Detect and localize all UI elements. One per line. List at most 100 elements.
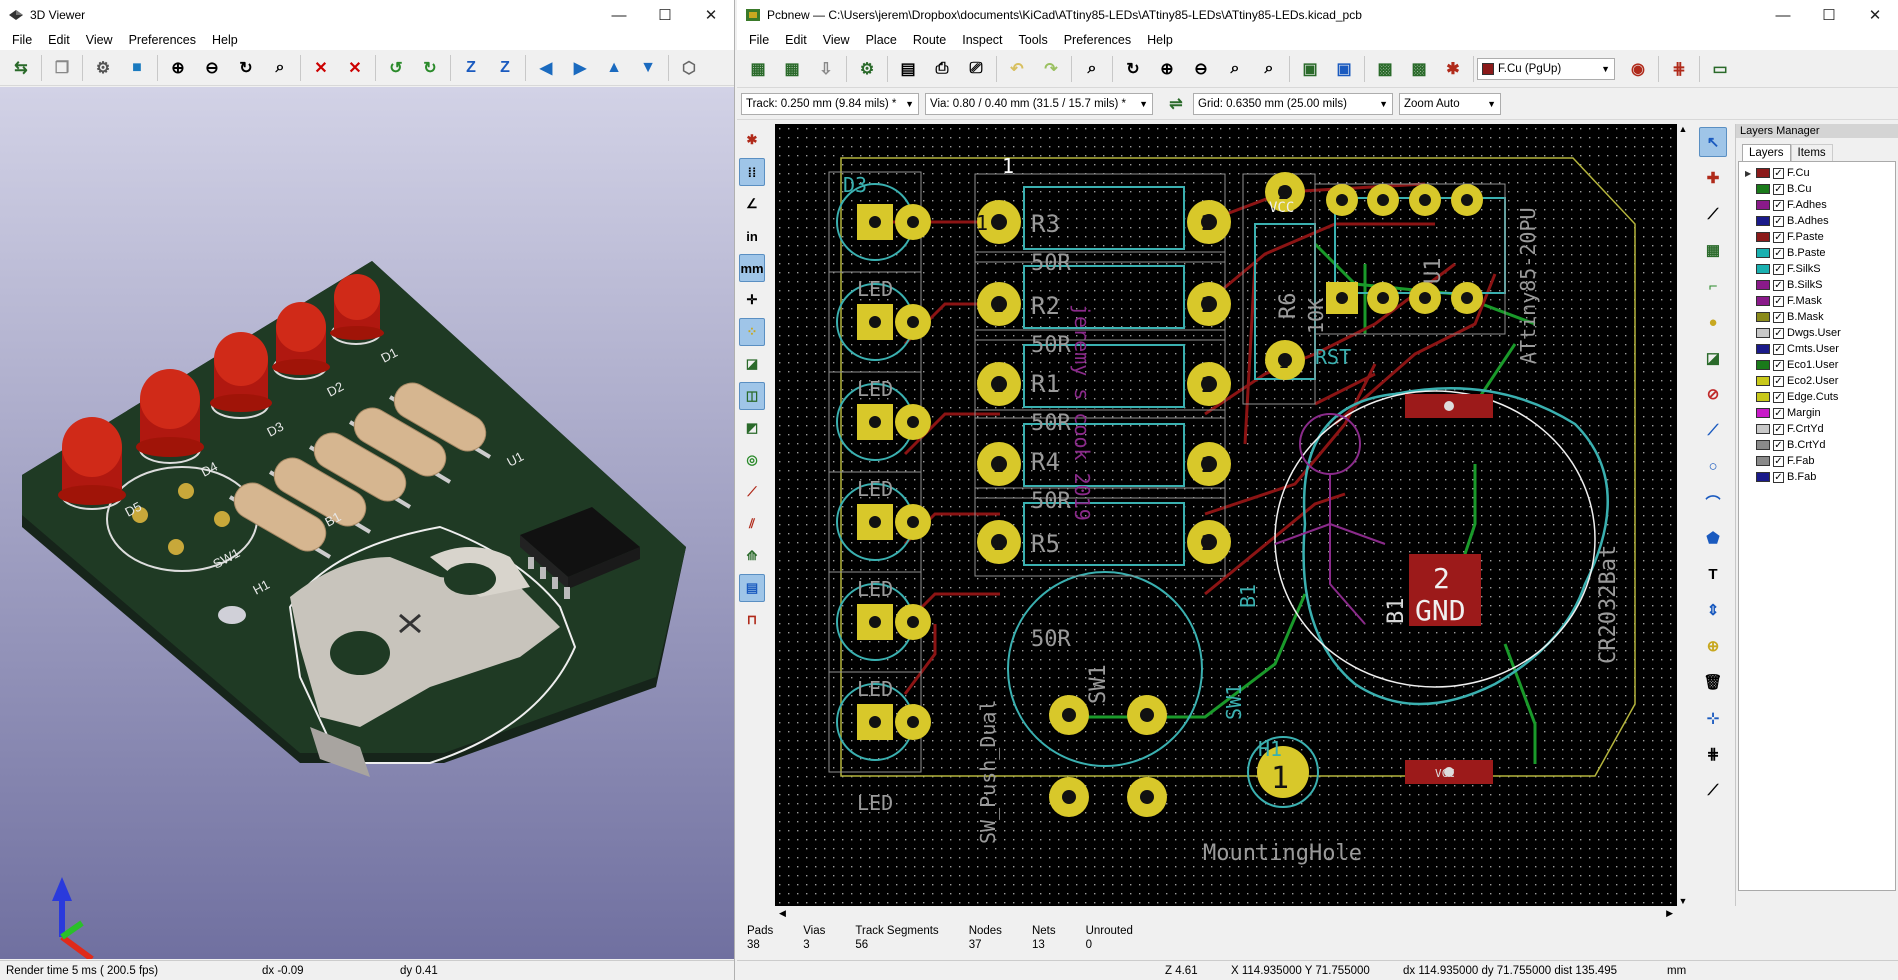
layer-visibility-checkbox[interactable]: ✓ xyxy=(1773,343,1784,355)
zone-sketch-icon[interactable]: ◩ xyxy=(739,414,765,442)
ratsnest-icon[interactable]: ⁘ xyxy=(739,318,765,346)
layer-color-swatch[interactable] xyxy=(1756,312,1770,322)
layer-row[interactable]: ✓ B.SilkS xyxy=(1739,277,1895,293)
layer-row[interactable]: ✓ F.Fab xyxy=(1739,453,1895,469)
layer-row[interactable]: ✓ B.CrtYd xyxy=(1739,437,1895,453)
mm-units-button[interactable]: mm xyxy=(739,254,765,282)
move-left-icon[interactable]: ◀ xyxy=(533,55,559,81)
raytrace-cube-icon[interactable]: ■ xyxy=(124,55,150,81)
layer-color-swatch[interactable] xyxy=(1756,264,1770,274)
layer-color-swatch[interactable] xyxy=(1756,456,1770,466)
print-icon[interactable]: ⎙ xyxy=(929,56,955,82)
microwave-toolbar-icon[interactable]: ⊓ xyxy=(739,606,765,634)
menu-inspect[interactable]: Inspect xyxy=(954,30,1010,50)
rotate-z-cw-icon[interactable]: Z xyxy=(458,55,484,81)
pcb-canvas[interactable]: R3 R2 R1 R4 R5 R6 U1 D3 B1 B1 SW1 SW1 H1… xyxy=(775,124,1677,906)
menu-edit[interactable]: Edit xyxy=(40,30,78,50)
layer-row[interactable]: ✓ B.Cu xyxy=(1739,181,1895,197)
select-arrow-icon[interactable]: ↖ xyxy=(1699,127,1727,157)
layer-color-swatch[interactable] xyxy=(1756,168,1770,178)
add-circle-icon[interactable]: ○ xyxy=(1699,451,1727,481)
menu-view[interactable]: View xyxy=(78,30,121,50)
layer-visibility-checkbox[interactable]: ✓ xyxy=(1773,183,1784,195)
tab-layers[interactable]: Layers xyxy=(1742,144,1791,161)
add-zone-icon[interactable]: ◪ xyxy=(1699,343,1727,373)
grid-origin-icon[interactable]: ⋕ xyxy=(1699,739,1727,769)
canvas-vscrollbar[interactable]: ▲ ▼ xyxy=(1677,124,1689,906)
layer-row[interactable]: ✓ F.Paste xyxy=(1739,229,1895,245)
layer-color-swatch[interactable] xyxy=(1756,408,1770,418)
minimize-button[interactable]: — xyxy=(596,0,642,30)
scroll-up-icon[interactable]: ▲ xyxy=(1679,124,1688,134)
plot-icon[interactable]: ⎚ xyxy=(963,56,989,82)
layer-visibility-checkbox[interactable]: ✓ xyxy=(1773,423,1784,435)
layer-visibility-checkbox[interactable]: ✓ xyxy=(1773,215,1784,227)
layer-visibility-checkbox[interactable]: ✓ xyxy=(1773,455,1784,467)
layer-color-swatch[interactable] xyxy=(1756,392,1770,402)
reload-board-icon[interactable]: ⇆ xyxy=(8,55,34,81)
layer-visibility-checkbox[interactable]: ✓ xyxy=(1773,311,1784,323)
layer-color-swatch[interactable] xyxy=(1756,232,1770,242)
redo-icon[interactable]: ↷ xyxy=(1038,56,1064,82)
grid-select[interactable]: Grid: 0.6350 mm (25.00 mils) ▼ xyxy=(1193,92,1393,115)
track-sketch-icon[interactable]: ⫽ xyxy=(739,510,765,538)
via-sketch-icon[interactable]: ⟋ xyxy=(739,478,765,506)
layers-manager-toggle-icon[interactable]: ▤ xyxy=(739,574,765,602)
grid-toggle-icon[interactable]: ⁞⁞ xyxy=(739,158,765,186)
layer-color-swatch[interactable] xyxy=(1756,472,1770,482)
zoom-out-icon[interactable]: ⊖ xyxy=(199,55,225,81)
drc-bug-icon[interactable]: ✱ xyxy=(1440,56,1466,82)
layer-color-swatch[interactable] xyxy=(1756,296,1770,306)
menu-help[interactable]: Help xyxy=(1139,30,1181,50)
tab-items[interactable]: Items xyxy=(1790,144,1833,161)
copy-image-icon[interactable]: ❐ xyxy=(49,55,75,81)
board-setup-icon[interactable]: ⚙ xyxy=(854,56,880,82)
move-up-icon[interactable]: ▲ xyxy=(601,55,627,81)
layer-visibility-checkbox[interactable]: ✓ xyxy=(1773,471,1784,483)
layer-row[interactable]: ✓ F.Mask xyxy=(1739,293,1895,309)
canvas-hscrollbar[interactable]: ◀ ▶ xyxy=(775,906,1677,920)
zoom-selection-icon[interactable]: ⌕ xyxy=(1256,56,1282,82)
layer-visibility-checkbox[interactable]: ✓ xyxy=(1773,407,1784,419)
add-via-icon[interactable]: ● xyxy=(1699,307,1727,337)
layer-row[interactable]: ✓ Dwgs.User xyxy=(1739,325,1895,341)
menu-preferences[interactable]: Preferences xyxy=(121,30,204,50)
layer-row[interactable]: ✓ Cmts.User xyxy=(1739,341,1895,357)
layer-color-swatch[interactable] xyxy=(1756,248,1770,258)
zoom-select[interactable]: Zoom Auto ▼ xyxy=(1399,92,1501,115)
layer-visibility-checkbox[interactable]: ✓ xyxy=(1773,295,1784,307)
zoom-in-icon[interactable]: ⊕ xyxy=(1154,56,1180,82)
layer-row[interactable]: ✓ B.Paste xyxy=(1739,245,1895,261)
layer-visibility-checkbox[interactable]: ✓ xyxy=(1773,247,1784,259)
ortho-view-icon[interactable]: ⬡ xyxy=(676,55,702,81)
page-settings-icon[interactable]: ▤ xyxy=(895,56,921,82)
scripting-console-icon[interactable]: ▭ xyxy=(1707,56,1733,82)
rotate-x-cw-icon[interactable]: ✕ xyxy=(308,55,334,81)
redraw-icon[interactable]: ↻ xyxy=(1120,56,1146,82)
add-text-icon[interactable]: T xyxy=(1699,559,1727,589)
add-target-icon[interactable]: ⊕ xyxy=(1699,631,1727,661)
track-width-select[interactable]: Track: 0.250 mm (9.84 mils) * ▼ xyxy=(741,92,919,115)
microwave-tools-icon[interactable]: ⋕ xyxy=(1666,56,1692,82)
zone-fill-icon[interactable]: ◪ xyxy=(739,350,765,378)
menu-preferences[interactable]: Preferences xyxy=(1056,30,1139,50)
netlist-icon[interactable]: ▩ xyxy=(1372,56,1398,82)
layer-row[interactable]: ✓ F.SilkS xyxy=(1739,261,1895,277)
3d-viewer-titlebar[interactable]: 3D Viewer — ☐ ✕ xyxy=(0,0,734,30)
menu-view[interactable]: View xyxy=(815,30,858,50)
highlight-net-icon[interactable]: ✚ xyxy=(1699,163,1727,193)
rotate-y-ccw-icon[interactable]: ↻ xyxy=(417,55,443,81)
menu-file[interactable]: File xyxy=(4,30,40,50)
rotate-z-ccw-icon[interactable]: Z xyxy=(492,55,518,81)
add-line-icon[interactable]: ⟋ xyxy=(1699,415,1727,445)
layer-row[interactable]: ✓ F.CrtYd xyxy=(1739,421,1895,437)
layer-color-swatch[interactable] xyxy=(1756,376,1770,386)
polar-coords-icon[interactable]: ∠ xyxy=(739,190,765,218)
footprint-editor-icon[interactable]: ▣ xyxy=(1297,56,1323,82)
layer-color-swatch[interactable] xyxy=(1756,424,1770,434)
via-size-select[interactable]: Via: 0.80 / 0.40 mm (31.5 / 15.7 mils) *… xyxy=(925,92,1153,115)
layer-color-swatch[interactable] xyxy=(1756,440,1770,450)
layer-color-swatch[interactable] xyxy=(1756,328,1770,338)
layer-color-swatch[interactable] xyxy=(1756,360,1770,370)
layer-color-swatch[interactable] xyxy=(1756,216,1770,226)
